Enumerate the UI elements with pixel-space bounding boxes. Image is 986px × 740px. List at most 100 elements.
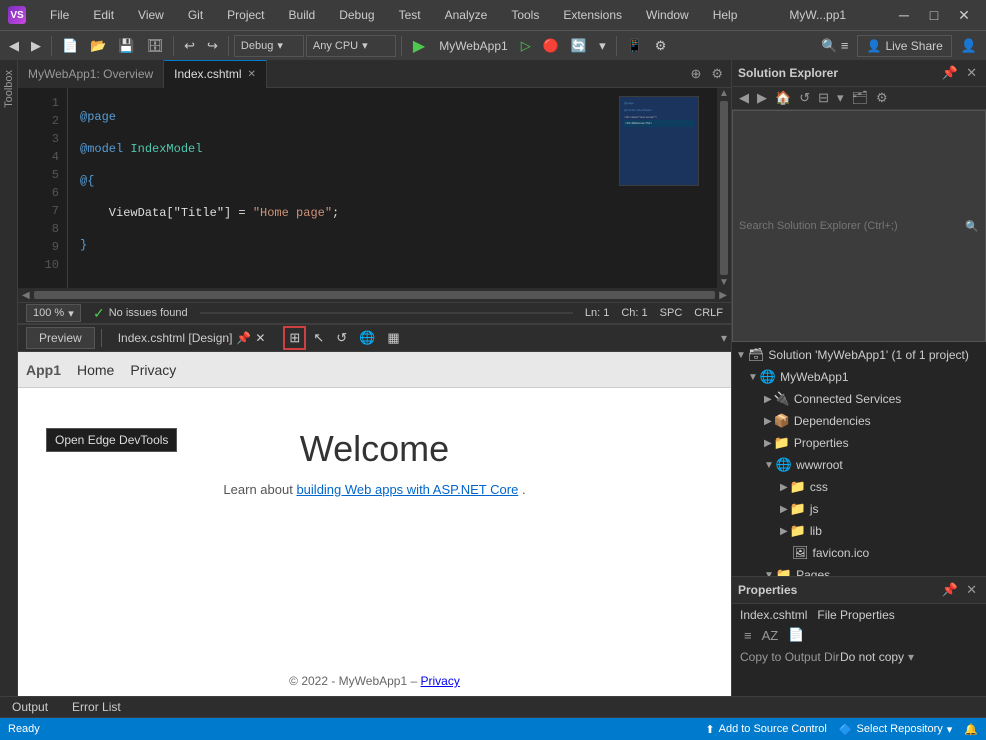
run-button[interactable]: ▶ (407, 34, 431, 58)
add-to-source-control[interactable]: ⬆ Add to Source Control (705, 723, 826, 736)
vertical-scrollbar[interactable]: ▲ ▼ (717, 88, 731, 288)
prop-sort-btn[interactable]: AZ (758, 627, 783, 644)
menu-help[interactable]: Help (705, 6, 746, 24)
tab-close-icon[interactable]: ✕ (248, 69, 256, 80)
forward-button[interactable]: ▶ (26, 34, 46, 58)
toolbox-label[interactable]: Toolbox (1, 64, 17, 114)
tree-dependencies[interactable]: ▶ 📦 Dependencies (732, 410, 986, 432)
notification-bell[interactable]: 🔔 (964, 723, 978, 736)
prop-close-icon[interactable]: ✕ (963, 581, 980, 599)
footer-privacy-link[interactable]: Privacy (421, 674, 460, 688)
tree-properties[interactable]: ▶ 📁 Properties (732, 432, 986, 454)
se-collapse-btn[interactable]: ⊟ (815, 89, 832, 107)
more-toolbar[interactable]: ⚙ (650, 34, 672, 58)
se-back-btn[interactable]: ◀ (736, 89, 752, 107)
new-file-button[interactable]: 📄 (57, 34, 83, 58)
menu-tools[interactable]: Tools (503, 6, 547, 24)
se-search-input[interactable] (739, 220, 965, 232)
tree-wwwroot[interactable]: ▼ 🌐 wwwroot (732, 454, 986, 476)
prop-expand-icon[interactable]: ▾ (908, 650, 914, 664)
menu-debug[interactable]: Debug (331, 6, 382, 24)
prop-pin-icon[interactable]: 📌 (939, 581, 961, 599)
tree-project[interactable]: ▼ 🌐 MyWebApp1 (732, 366, 986, 388)
se-home-btn[interactable]: 🏠 (772, 89, 794, 107)
maximize-button[interactable]: □ (920, 1, 948, 29)
pointer-tool-button[interactable]: ↖ (308, 327, 329, 349)
design-tab-pin[interactable]: 📌 (236, 331, 251, 345)
debug-config-dropdown[interactable]: Debug ▾ (234, 35, 304, 57)
menu-build[interactable]: Build (281, 6, 324, 24)
scroll-up-icon[interactable]: ▲ (719, 88, 729, 99)
scroll-left-icon[interactable]: ◀ (22, 290, 30, 301)
se-refresh-btn[interactable]: ↺ (796, 89, 813, 107)
undo-button[interactable]: ↩ (179, 34, 200, 58)
menu-edit[interactable]: Edit (85, 6, 122, 24)
scroll-down-icon[interactable]: ▼ (719, 277, 729, 288)
new-vertical-tab[interactable]: ⊕ (686, 64, 705, 84)
close-button[interactable]: ✕ (950, 1, 978, 29)
se-forward-btn[interactable]: ▶ (754, 89, 770, 107)
select-repository[interactable]: 🔷 Select Repository ▾ (839, 723, 952, 736)
overview-tab[interactable]: MyWebApp1: Overview (18, 60, 164, 88)
split-editor[interactable]: ⚙ (707, 64, 727, 84)
design-tab-close[interactable]: ✕ (255, 331, 265, 345)
open-button[interactable]: 📂 (85, 34, 111, 58)
grid-button[interactable]: ▦ (382, 327, 404, 349)
error-list-tab[interactable]: Error List (60, 696, 133, 718)
menu-view[interactable]: View (130, 6, 172, 24)
menu-test[interactable]: Test (391, 6, 429, 24)
tree-pages[interactable]: ▼ 📁 Pages (732, 564, 986, 576)
redo-button[interactable]: ↪ (202, 34, 223, 58)
nav-home[interactable]: Home (77, 362, 114, 378)
account-button[interactable]: 👤 (956, 34, 982, 58)
tree-lib[interactable]: ▶ 📁 lib (732, 520, 986, 542)
output-tab[interactable]: Output (0, 696, 60, 718)
liveshare-button[interactable]: 👤 Live Share (857, 35, 951, 57)
device-toolbar[interactable]: 📱 (622, 34, 648, 58)
platform-dropdown[interactable]: Any CPU ▾ (306, 35, 396, 57)
tree-solution[interactable]: ▼ 🗃 Solution 'MyWebApp1' (1 of 1 project… (732, 344, 986, 366)
globe-button[interactable]: 🌐 (354, 327, 380, 349)
se-settings-btn[interactable]: ⚙ (873, 89, 891, 107)
menu-window[interactable]: Window (638, 6, 697, 24)
tree-js[interactable]: ▶ 📁 js (732, 498, 986, 520)
se-showfiles-btn[interactable]: 🗂 (849, 89, 872, 107)
close-design-btn[interactable]: ▾ (717, 331, 731, 345)
design-tab-label[interactable]: Index.cshtml [Design] 📌 ✕ (108, 331, 276, 345)
pin-icon[interactable]: 📌 (939, 64, 961, 82)
preview-button[interactable]: Preview (26, 327, 95, 349)
tree-favicon[interactable]: 🖼 favicon.ico (732, 542, 986, 564)
zoom-dropdown[interactable]: 100 % ▾ (26, 304, 81, 322)
prop-pages-btn[interactable]: 📄 (784, 626, 808, 644)
scroll-thumb[interactable] (720, 101, 728, 275)
horizontal-scrollbar[interactable]: ◀ ▶ (18, 288, 731, 302)
more-tools[interactable]: ▾ (594, 34, 611, 58)
scroll-right-icon[interactable]: ▶ (719, 290, 727, 301)
menu-git[interactable]: Git (180, 6, 211, 24)
search-button[interactable]: 🔍 ≡ (816, 34, 853, 58)
select-tool-button[interactable]: ⊞ (283, 326, 306, 350)
refresh-design-button[interactable]: ↺ (331, 327, 352, 349)
se-filter-btn[interactable]: ▾ (834, 89, 847, 107)
back-button[interactable]: ◀ (4, 34, 24, 58)
prop-categories-btn[interactable]: ≡ (740, 627, 756, 644)
h-scroll-thumb[interactable] (34, 291, 716, 299)
start-without-debug[interactable]: ▷ (516, 34, 536, 58)
browser-button[interactable]: 🔄 (566, 34, 592, 58)
index-cshtml-tab[interactable]: Index.cshtml ✕ (164, 60, 267, 88)
menu-extensions[interactable]: Extensions (555, 6, 630, 24)
close-panel-icon[interactable]: ✕ (963, 64, 980, 82)
menu-project[interactable]: Project (219, 6, 272, 24)
save-button[interactable]: 💾 (113, 34, 139, 58)
se-search-bar[interactable]: 🔍 (732, 110, 986, 342)
menu-analyze[interactable]: Analyze (437, 6, 496, 24)
save-all-button[interactable]: 🗄 (142, 34, 169, 58)
se-search-icon[interactable]: 🔍 (965, 220, 979, 233)
menu-file[interactable]: File (42, 6, 77, 24)
tree-css[interactable]: ▶ 📁 css (732, 476, 986, 498)
nav-privacy[interactable]: Privacy (130, 362, 176, 378)
minimize-button[interactable]: ─ (890, 1, 918, 29)
tree-connected-services[interactable]: ▶ 🔌 Connected Services (732, 388, 986, 410)
refresh-button[interactable]: 🔴 (538, 34, 564, 58)
aspnet-link[interactable]: building Web apps with ASP.NET Core (296, 482, 518, 497)
